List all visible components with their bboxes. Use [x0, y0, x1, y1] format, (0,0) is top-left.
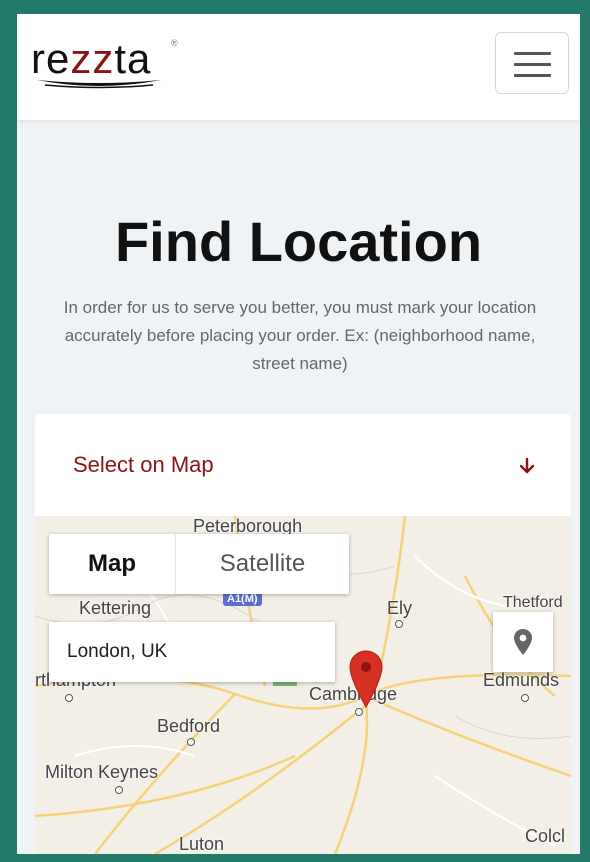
map-view[interactable]: Peterborough A1(M) Kettering Ely Thetfor…: [35, 516, 571, 854]
place-colchester: Colcl: [525, 826, 566, 846]
app-frame: rezzta ® Find Location In order for us t…: [17, 14, 580, 854]
select-on-map-toggle[interactable]: Select on Map: [35, 414, 571, 516]
road-shield-a1m: A1(M): [223, 592, 262, 606]
logo-text: rezzta: [31, 35, 152, 82]
hamburger-icon: [514, 52, 551, 55]
map-type-map-tab[interactable]: Map: [49, 534, 175, 594]
place-ely: Ely: [387, 598, 413, 618]
northampton-dot: [65, 694, 73, 702]
edmunds-dot: [521, 694, 529, 702]
registered-mark: ®: [171, 38, 178, 48]
place-kettering: Kettering: [79, 598, 152, 618]
map-type-control: Map Satellite: [49, 534, 349, 594]
select-on-map-label: Select on Map: [73, 452, 214, 477]
map-type-satellite-tab[interactable]: Satellite: [175, 534, 349, 594]
place-edmunds: Edmunds: [483, 670, 560, 690]
page-description: In order for us to serve you better, you…: [63, 298, 537, 373]
menu-button[interactable]: [495, 32, 569, 94]
location-search-input[interactable]: [49, 622, 335, 682]
location-pin-icon: [514, 629, 532, 655]
logo-swoosh-icon: [37, 80, 161, 89]
navbar: rezzta ®: [17, 14, 580, 120]
place-thetford: Thetford: [503, 594, 563, 611]
place-luton: Luton: [179, 834, 225, 854]
rezzta-logo[interactable]: rezzta ®: [31, 38, 181, 96]
bedford-dot: [187, 738, 195, 746]
arrow-down-icon: [519, 457, 535, 474]
place-bedford: Bedford: [157, 716, 221, 736]
my-location-button[interactable]: [493, 612, 553, 672]
place-milton-keynes: Milton Keynes: [45, 762, 159, 782]
ely-dot: [395, 620, 403, 628]
map-marker-icon[interactable]: [349, 650, 383, 708]
cambridge-dot: [355, 708, 363, 716]
milton-keynes-dot: [115, 786, 123, 794]
page-title: Find Location: [114, 210, 483, 273]
